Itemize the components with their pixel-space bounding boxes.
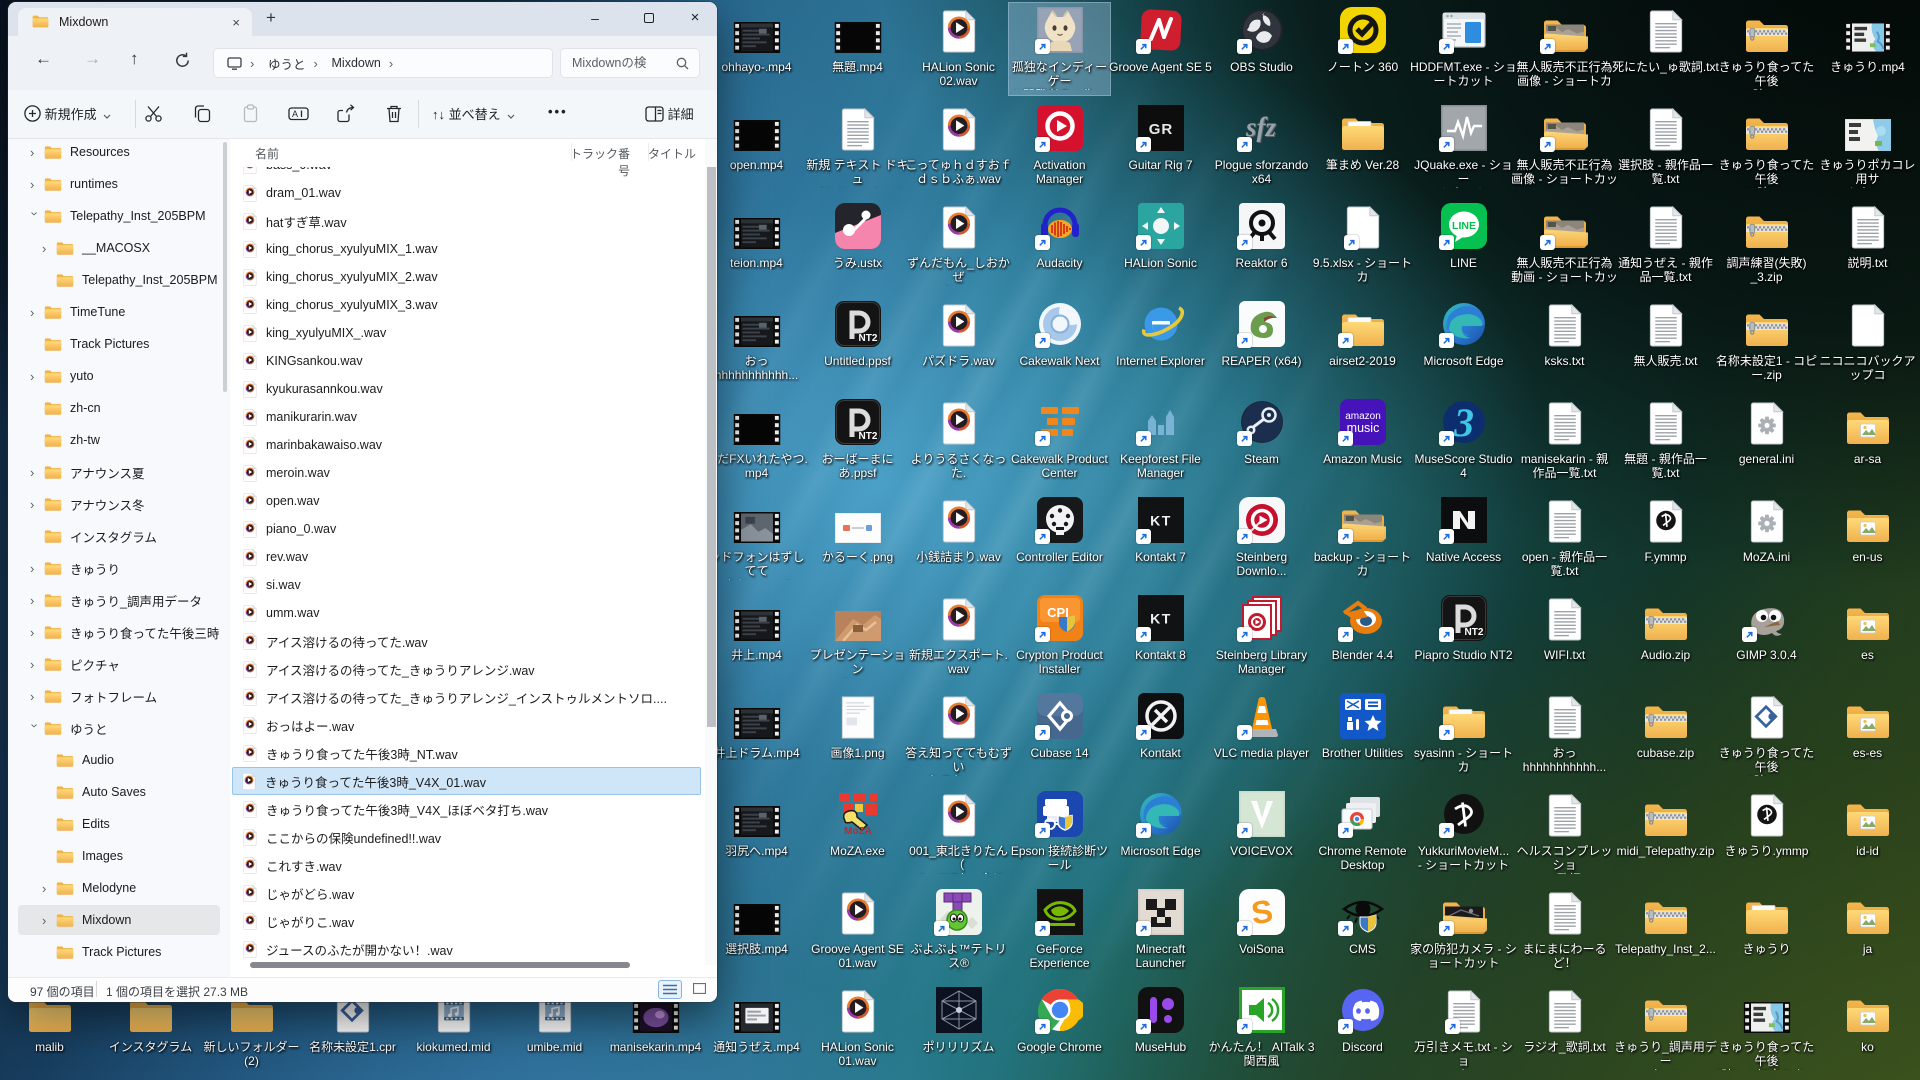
svg-text:A: A bbox=[292, 109, 298, 119]
